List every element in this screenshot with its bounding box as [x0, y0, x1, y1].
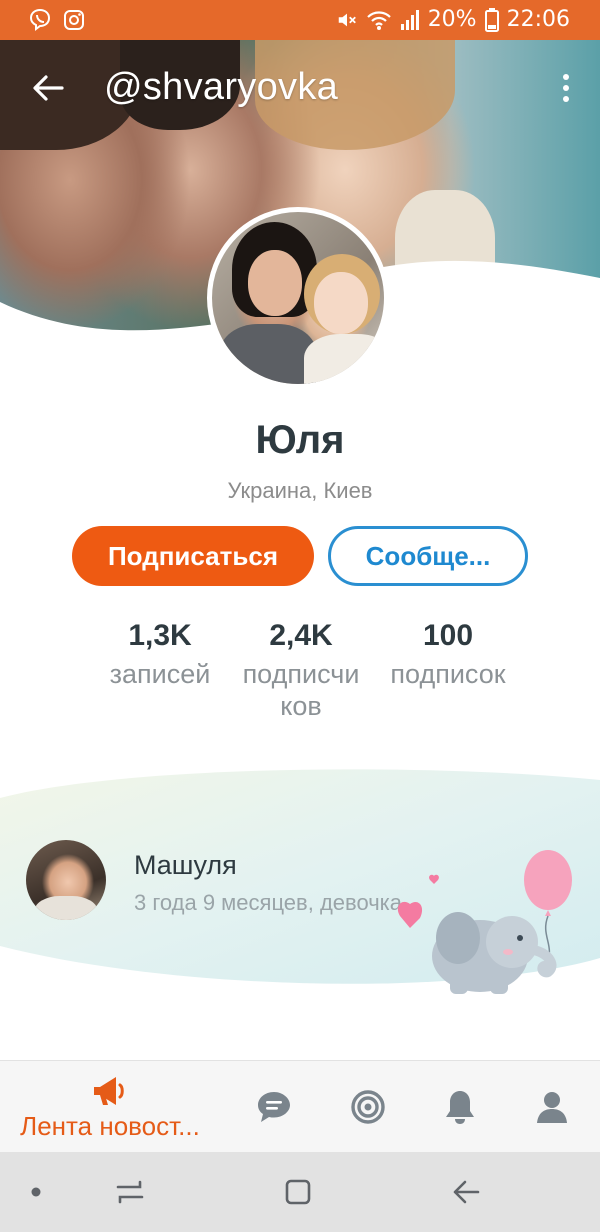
child-avatar [26, 840, 106, 920]
elephant-balloon-icon [397, 850, 572, 994]
profile-avatar[interactable] [207, 207, 389, 389]
home-button[interactable] [280, 1174, 316, 1210]
dot-icon [563, 85, 569, 91]
dot-indicator [18, 1174, 54, 1210]
child-name: Машуля [134, 850, 237, 880]
back-system-button[interactable] [448, 1174, 484, 1210]
bell-icon [446, 1091, 474, 1124]
nav-feed-label: Лента новост... [20, 1110, 200, 1141]
target-icon [351, 1090, 385, 1124]
battery-icon [484, 7, 499, 32]
back-arrow-icon [453, 1180, 480, 1204]
bottom-navigation: Лента новост... [0, 1060, 600, 1152]
dot-icon [31, 1187, 41, 1197]
back-button[interactable] [26, 66, 70, 110]
user-icon [537, 1092, 567, 1123]
profile-username: @shvaryovka [104, 66, 339, 108]
subscribe-button[interactable]: Подписаться [72, 526, 314, 586]
home-square-icon [285, 1179, 311, 1205]
status-bar: 20% 22:06 [0, 0, 600, 40]
wifi-icon [366, 10, 391, 30]
stat-posts[interactable]: 1,3K записей [90, 618, 230, 690]
stat-value: 2,4K [269, 619, 333, 652]
stat-label: записей [109, 659, 211, 689]
recent-apps-icon [116, 1180, 144, 1204]
clock: 22:06 [506, 7, 570, 32]
stat-label: подписчи ков [242, 659, 360, 721]
notification-icons [28, 8, 86, 32]
stat-value: 100 [422, 619, 474, 652]
profile-header: @shvaryovka [0, 40, 600, 132]
instagram-icon [64, 10, 84, 30]
child-card[interactable]: Машуля 3 года 9 месяцев, девочка [0, 768, 600, 998]
system-navigation-bar [0, 1152, 600, 1232]
child-info: 3 года 9 месяцев, девочка [134, 890, 403, 915]
signal-icon [400, 9, 419, 30]
nav-profile[interactable] [526, 1061, 578, 1153]
profile-location: Украина, Киев [227, 478, 373, 503]
stat-followers[interactable]: 2,4K подписчи ков [230, 618, 372, 722]
battery-percent: 20% [427, 7, 477, 32]
viber-icon [29, 8, 51, 31]
stat-label: подписок [390, 659, 506, 689]
arrow-left-icon [33, 75, 64, 101]
dot-icon [563, 74, 569, 80]
stat-following[interactable]: 100 подписок [378, 618, 518, 690]
nav-feed[interactable]: Лента новост... [0, 1061, 220, 1153]
nav-notifications[interactable] [434, 1061, 486, 1153]
mute-icon [338, 13, 356, 26]
more-menu-button[interactable] [548, 68, 584, 108]
system-status: 20% 22:06 [336, 7, 570, 32]
profile-name: Юля [255, 418, 345, 462]
nav-discussions[interactable] [342, 1061, 394, 1153]
nav-messages[interactable] [248, 1061, 300, 1153]
recent-apps-button[interactable] [112, 1174, 148, 1210]
stat-value: 1,3K [128, 619, 192, 652]
profile-stats: 1,3K записей 2,4K подписчи ков 100 подпи… [90, 618, 530, 738]
chat-icon [258, 1092, 290, 1122]
megaphone-icon [94, 1076, 124, 1105]
dot-icon [563, 96, 569, 102]
message-button[interactable]: Сообще... [328, 526, 528, 586]
